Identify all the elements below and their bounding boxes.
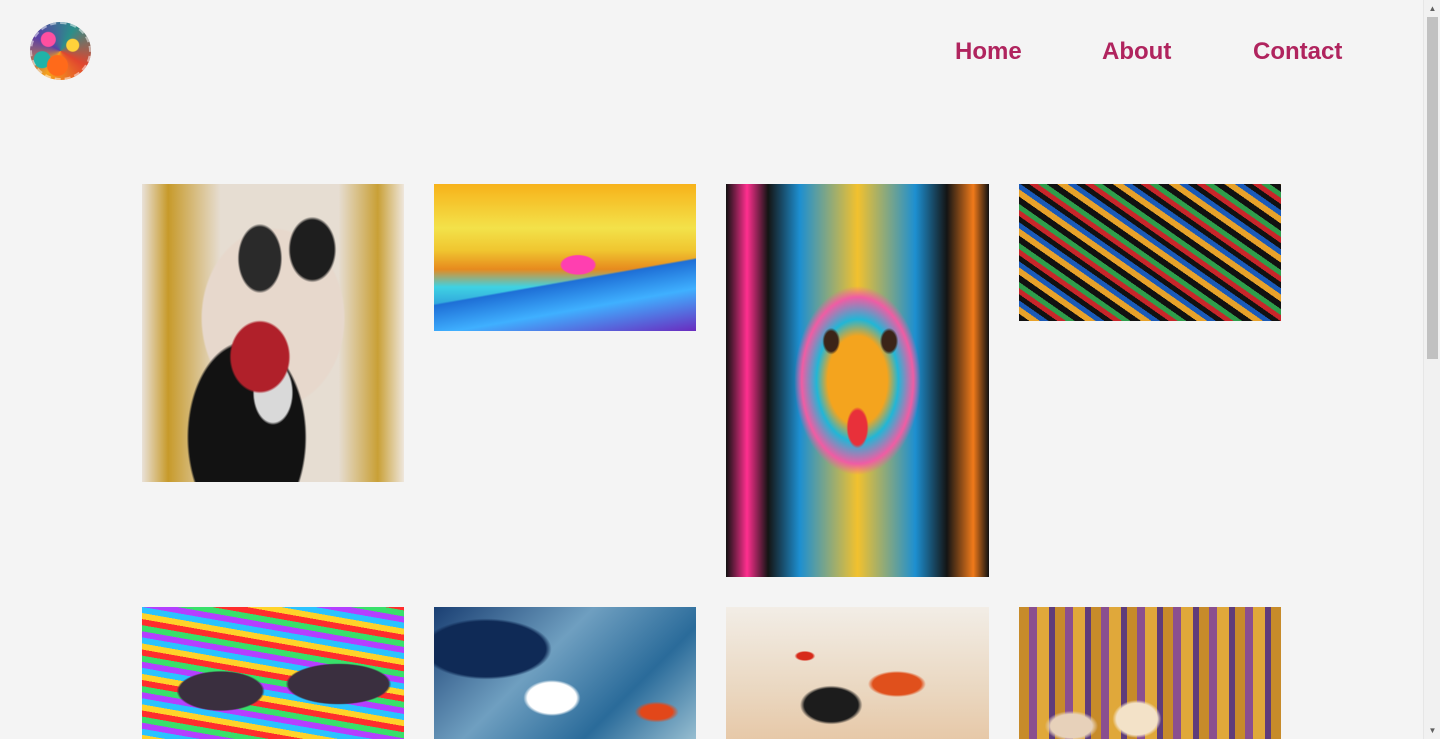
scroll-down-arrow-icon[interactable]: ▼: [1424, 722, 1440, 739]
gallery-image-abstract-landscape[interactable]: [434, 184, 696, 331]
gallery-image-geometric-dancer[interactable]: [726, 607, 989, 739]
gallery-image-abstract-face[interactable]: [142, 184, 404, 482]
main-nav: Home About Contact: [0, 38, 1423, 68]
gallery-image-psychedelic-faces[interactable]: [142, 607, 404, 739]
gallery-image-woman-portrait[interactable]: [726, 184, 989, 577]
gallery-image-cubist-musicians[interactable]: [1019, 184, 1281, 321]
nav-home-link[interactable]: Home: [955, 38, 1022, 66]
gallery-image-deer-forest[interactable]: [1019, 607, 1281, 739]
page: Home About Contact: [0, 0, 1423, 739]
scrollbar-thumb[interactable]: [1427, 17, 1438, 359]
nav-about-link[interactable]: About: [1102, 38, 1171, 66]
gallery-image-blue-abstract[interactable]: [434, 607, 696, 739]
vertical-scrollbar[interactable]: ▲ ▼: [1423, 0, 1440, 739]
scroll-up-arrow-icon[interactable]: ▲: [1424, 0, 1440, 17]
nav-contact-link[interactable]: Contact: [1253, 38, 1342, 66]
